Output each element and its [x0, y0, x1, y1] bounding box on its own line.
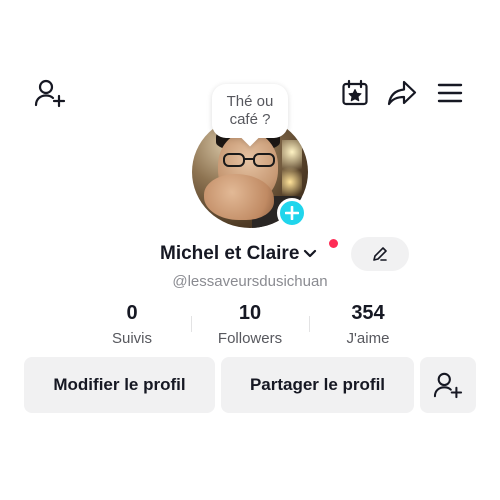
plus-icon [285, 206, 299, 220]
avatar-glasses [223, 153, 275, 167]
menu-icon [437, 83, 463, 103]
username: @lessaveursdusichuan [172, 273, 328, 290]
share-arrow-icon [387, 80, 417, 106]
share-button[interactable] [385, 76, 419, 110]
display-name[interactable]: Michel et Claire [160, 243, 299, 265]
avatar-background-lights [282, 140, 302, 200]
likes-stat[interactable]: 354 J'aime [308, 300, 428, 350]
calendar-star-icon [342, 79, 368, 106]
likes-count: 354 [351, 302, 385, 324]
add-story-button[interactable] [277, 198, 307, 228]
edit-profile-button[interactable]: Modifier le profil [24, 357, 215, 413]
add-friend-top-button[interactable] [32, 76, 68, 110]
account-switch-button[interactable] [303, 249, 317, 259]
followers-label: Followers [217, 330, 283, 347]
chevron-down-icon [304, 249, 317, 258]
following-count: 0 [126, 302, 138, 324]
add-friend-icon [34, 79, 66, 108]
notification-dot [329, 239, 338, 248]
note-line-2: café ? [229, 111, 271, 128]
calendar-button[interactable] [338, 76, 372, 110]
add-friend-icon [433, 372, 463, 399]
following-stat[interactable]: 0 Suivis [72, 300, 192, 350]
likes-label: J'aime [346, 330, 390, 347]
followers-stat[interactable]: 10 Followers [190, 300, 310, 350]
pencil-icon [373, 247, 387, 261]
following-label: Suivis [111, 330, 152, 347]
followers-count: 10 [238, 302, 262, 324]
profile-stats: 0 Suivis 10 Followers 354 J'aime [0, 300, 500, 350]
note-line-1: Thé ou [226, 93, 274, 110]
profile-note-bubble[interactable]: Thé ou café ? [212, 84, 288, 138]
share-profile-button[interactable]: Partager le profil [221, 357, 414, 413]
add-friend-button[interactable] [420, 357, 476, 413]
name-row: Michel et Claire [160, 240, 317, 268]
edit-name-button[interactable] [351, 237, 409, 271]
menu-button[interactable] [433, 76, 467, 110]
